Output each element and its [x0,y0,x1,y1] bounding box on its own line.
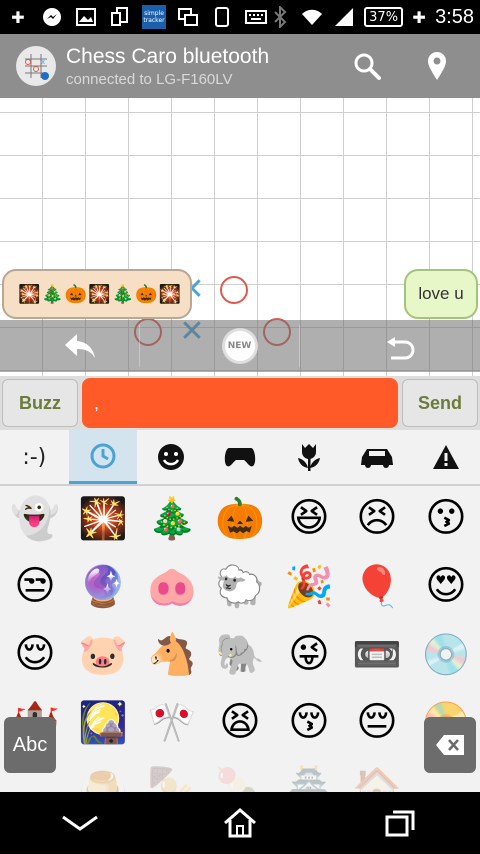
emoji-key[interactable]: 🎈 [343,552,411,620]
outgoing-message-bubble: love u [404,269,478,319]
app-titles: Chess Caro bluetooth connected to LG-F16… [66,45,269,88]
emoji-key[interactable]: 😌 [1,620,69,688]
emoji-key[interactable]: 😍 [412,552,480,620]
notification-icons: ✚ simple tracker [6,5,268,29]
emoji-key[interactable]: 😆 [275,486,343,552]
emoji-key[interactable]: 😫 [206,688,274,756]
tab-games[interactable] [206,430,275,484]
emoji-key[interactable]: 🍮 [69,754,137,793]
backspace-button[interactable] [424,717,476,773]
location-pin-icon [428,52,446,80]
emoji-key[interactable]: 🎑 [69,688,137,756]
emoji-key[interactable]: 🐽 [138,552,206,620]
game-board[interactable]: ✕ ✕ 🎇🎄🎃🎇🎄🎃🎇 love u NEW [0,98,480,378]
emoji-key[interactable]: 😔 [343,688,411,756]
tab-smileys[interactable] [137,430,206,484]
tracker-app-icon: simple tracker [142,5,166,29]
chevron-down-icon [62,815,98,831]
connection-status: connected to LG-F160LV [66,70,233,88]
image-icon [74,6,98,28]
tab-recent[interactable] [68,430,138,484]
emoji-key[interactable]: 😜 [275,620,343,688]
emoji-key[interactable]: 🎃 [206,486,274,552]
home-icon [224,808,256,838]
triangle-icon [432,445,459,469]
window-icon [176,6,200,28]
emoji-key[interactable]: 🏠 [343,754,411,793]
app-bar: x Chess Caro bluetooth connected to LG-F… [0,34,480,98]
svg-text:x: x [41,58,45,66]
emoji-key[interactable]: 😗 [412,486,480,552]
buzz-button[interactable]: Buzz [2,379,78,427]
keyboard-icon [244,6,268,28]
emoji-key[interactable]: 🎉 [275,552,343,620]
redo-button[interactable] [340,325,460,367]
tab-symbols[interactable] [411,430,480,484]
recent-apps-icon [385,810,415,837]
o-mark [220,276,248,304]
tulip-icon [297,444,320,471]
emoji-key[interactable]: 🍡 [206,754,274,793]
emoji-key[interactable]: 🎇 [69,486,137,552]
bluetooth-icon [268,6,292,28]
backspace-icon [436,735,464,755]
app-title: Chess Caro bluetooth [66,44,270,68]
clock-icon [90,443,116,468]
emoji-key[interactable]: 🔮 [69,552,137,620]
emoji-key[interactable]: 💿 [412,620,480,688]
clock: 3:58 [435,5,474,28]
emoji-key[interactable]: 🎌 [138,688,206,756]
recent-apps-button[interactable] [370,801,430,845]
incoming-message-bubble: 🎇🎄🎃🎇🎄🎃🎇 [2,269,192,319]
emoji-grid: 👻🎇🎄🎃😆😣😗😒🔮🐽🐑🎉🎈😍😌🐷🐴🐘😜📼💿🏰🎑🎌😫😚😔📀🍮🍢🍡🏯🏠 [0,486,480,792]
tab-nature[interactable] [274,430,343,484]
app-logo[interactable]: x [16,46,56,86]
emoji-key[interactable]: 👻 [1,486,69,552]
emoji-key[interactable]: 🐘 [206,620,274,688]
tab-emoticons[interactable]: :-) [0,430,69,484]
game-controls: NEW [0,320,480,372]
back-button[interactable] [50,801,110,845]
charging-icon: ✚ [412,7,426,27]
undo-button[interactable] [20,325,140,367]
battery-level: 37% [364,7,404,27]
send-button[interactable]: Send [402,379,478,427]
navigation-bar [0,792,480,854]
new-game-button[interactable]: NEW [180,325,300,367]
smiley-icon [158,444,185,470]
emoji-key[interactable]: 😚 [275,688,343,756]
emoji-key[interactable]: 😒 [1,552,69,620]
wifi-icon [300,6,324,28]
emoji-key[interactable]: 🐷 [69,620,137,688]
messenger-icon [40,6,64,28]
emoji-key[interactable]: 🍢 [138,754,206,793]
location-button[interactable] [420,49,454,83]
emoji-category-tabs: :-) [0,430,480,486]
status-bar: ✚ simple tracker 37% ✚ 3:58 [0,0,480,34]
system-icons: 37% ✚ 3:58 [268,6,474,29]
message-input-row: Buzz , Send [0,376,480,430]
tab-travel[interactable] [343,430,412,484]
app-actions [350,49,454,83]
emoji-key[interactable]: 📼 [343,620,411,688]
emoji-key[interactable]: 🏯 [275,754,343,793]
emoji-key[interactable]: 🎄 [138,486,206,552]
plus-icon: ✚ [11,7,25,27]
emoji-key[interactable]: 🐴 [138,620,206,688]
emoji-key[interactable]: 🐑 [206,552,274,620]
search-button[interactable] [350,49,384,83]
search-icon [354,53,381,80]
gamepad-icon [224,448,256,467]
phone-icon [210,6,234,28]
emoji-key[interactable]: 😣 [343,486,411,552]
reply-arrow-icon [64,334,95,358]
signal-icon [332,6,356,28]
new-badge: NEW [224,331,255,361]
car-icon [361,449,394,468]
copy-icon [108,6,132,28]
home-button[interactable] [210,801,270,845]
abc-keyboard-button[interactable]: Abc [4,717,56,773]
message-input[interactable]: , [82,378,398,428]
rotate-icon [387,337,415,360]
